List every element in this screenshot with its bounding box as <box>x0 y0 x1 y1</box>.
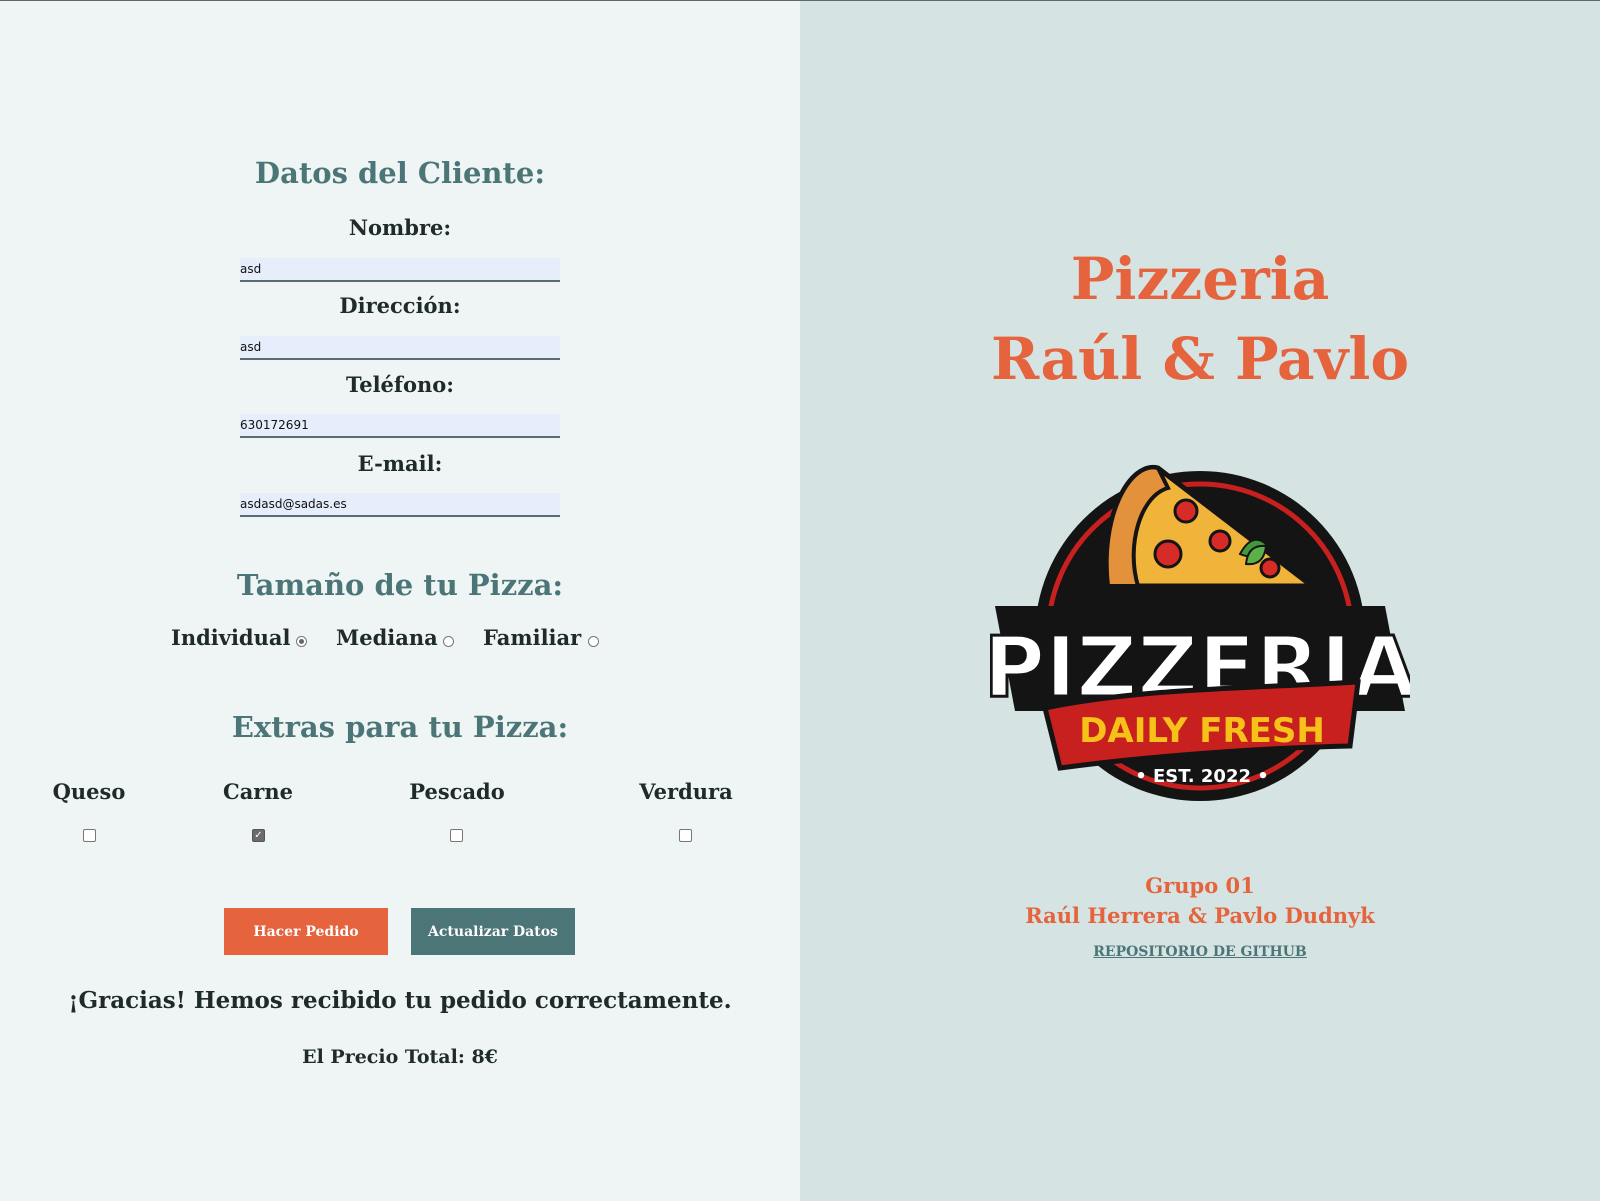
size-radio-individual[interactable] <box>296 636 307 647</box>
brand-panel: Pizzeria Raúl & Pavlo PIZZERIA DAILY FRE… <box>800 1 1600 1201</box>
group-label: Grupo 01 <box>1145 873 1255 898</box>
extra-checkbox-queso[interactable] <box>83 829 96 842</box>
pizza-size-heading: Tamaño de tu Pizza: <box>236 568 564 602</box>
size-label-familiar: Familiar <box>483 625 582 650</box>
update-data-button[interactable]: Actualizar Datos <box>411 908 575 955</box>
total-price: El Precio Total: 8€ <box>302 1046 498 1068</box>
github-repo-link[interactable]: REPOSITORIO DE GITHUB <box>800 944 1600 960</box>
email-input[interactable] <box>240 493 560 517</box>
brand-title-line2: Raúl & Pavlo <box>990 325 1410 393</box>
order-form-panel: Datos del Cliente: Nombre: Dirección: Te… <box>0 1 800 1201</box>
size-label-mediana: Mediana <box>336 625 438 650</box>
order-confirmation-message: ¡Gracias! Hemos recibido tu pedido corre… <box>68 987 732 1014</box>
name-input[interactable] <box>240 258 560 282</box>
pizzeria-logo: PIZZERIA DAILY FRESH • EST. 2022 • <box>990 464 1410 801</box>
address-label: Dirección: <box>339 293 461 318</box>
extra-label-carne: Carne <box>222 779 293 804</box>
extra-checkbox-verdura[interactable] <box>679 829 692 842</box>
size-radio-group: Individual Mediana Familiar <box>0 625 800 655</box>
logo-est-text: • EST. 2022 • <box>1135 766 1269 787</box>
extra-label-queso: Queso <box>52 779 126 804</box>
logo-ribbon-text: DAILY FRESH <box>1079 711 1325 751</box>
extra-label-verdura: Verdura <box>639 779 733 804</box>
name-label: Nombre: <box>348 215 452 240</box>
authors-label: Raúl Herrera & Pavlo Dudnyk <box>1025 903 1375 928</box>
extra-checkbox-pescado[interactable] <box>450 829 463 842</box>
phone-input[interactable] <box>240 414 560 438</box>
extra-checkbox-carne[interactable]: ✓ <box>252 829 265 842</box>
brand-title-line1: Pizzeria <box>1070 245 1330 313</box>
size-radio-mediana[interactable] <box>443 636 454 647</box>
client-data-heading: Datos del Cliente: <box>254 156 546 190</box>
size-radio-familiar[interactable] <box>588 636 599 647</box>
email-label: E-mail: <box>357 451 443 476</box>
extra-label-pescado: Pescado <box>409 779 505 804</box>
phone-label: Teléfono: <box>346 372 454 397</box>
size-label-individual: Individual <box>171 625 291 650</box>
place-order-button[interactable]: Hacer Pedido <box>224 908 388 955</box>
extras-heading: Extras para tu Pizza: <box>231 710 569 744</box>
address-input[interactable] <box>240 336 560 360</box>
